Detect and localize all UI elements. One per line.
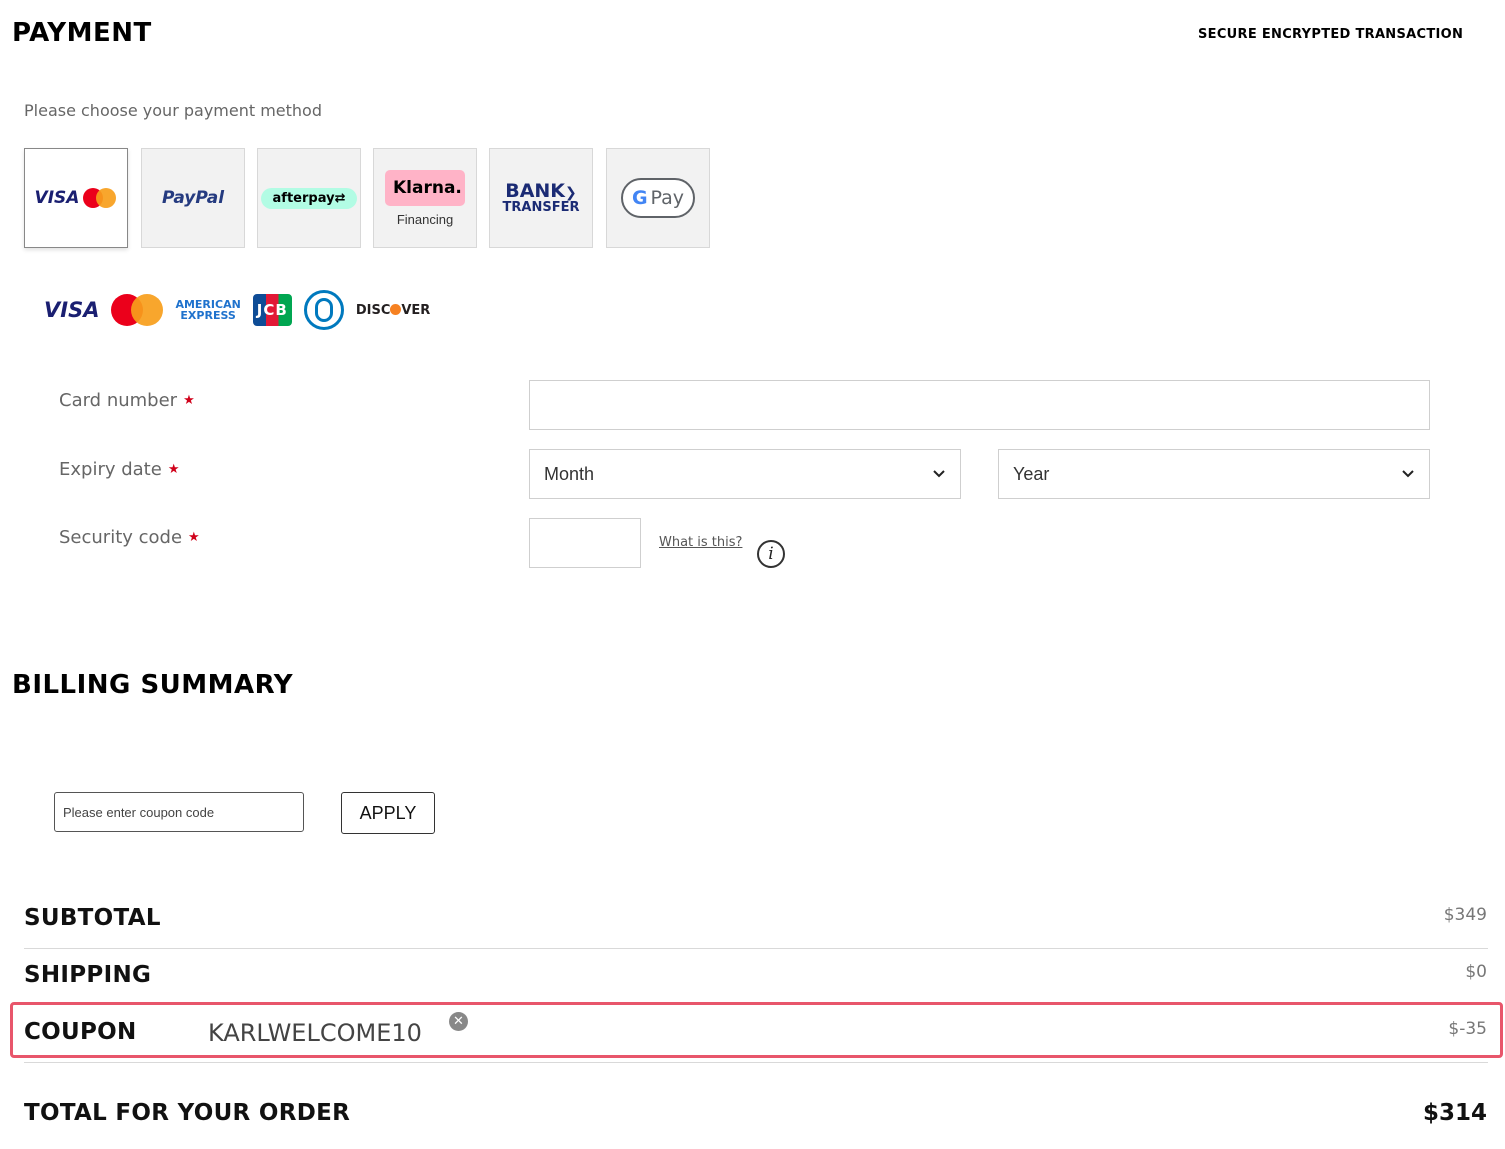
paypal-logo: PayPal bbox=[161, 188, 225, 208]
mastercard-icon bbox=[83, 188, 117, 208]
shipping-label: SHIPPING bbox=[24, 962, 152, 988]
billing-summary-title: BILLING SUMMARY bbox=[12, 670, 294, 700]
klarna-logo: Klarna. bbox=[385, 169, 465, 206]
required-star-icon: ★ bbox=[183, 393, 195, 408]
afterpay-logo-text: afterpay bbox=[272, 190, 335, 206]
method-klarna-button[interactable]: Klarna. Financing bbox=[373, 148, 477, 248]
gpay-label: Pay bbox=[650, 187, 685, 209]
mastercard-icon bbox=[111, 294, 164, 326]
visa-icon: VISA bbox=[44, 298, 100, 322]
coupon-code-input[interactable] bbox=[54, 792, 304, 832]
expiry-label-text: Expiry date bbox=[59, 459, 162, 480]
security-code-input[interactable] bbox=[529, 518, 641, 568]
card-number-label-text: Card number bbox=[59, 390, 178, 411]
required-star-icon: ★ bbox=[167, 462, 180, 477]
jcb-label: JCB bbox=[252, 294, 292, 326]
order-total-label: TOTAL FOR YOUR ORDER bbox=[24, 1100, 351, 1126]
summary-divider bbox=[24, 1062, 1488, 1063]
method-paypal-button[interactable]: PayPal bbox=[141, 148, 245, 248]
expiry-year-select[interactable]: Year bbox=[998, 449, 1430, 499]
year-select-value: Year bbox=[1013, 463, 1050, 484]
secure-transaction-label: SECURE ENCRYPTED TRANSACTION bbox=[1198, 27, 1464, 42]
method-afterpay-button[interactable]: afterpay⇄ bbox=[257, 148, 361, 248]
method-card-button[interactable]: VISA bbox=[24, 148, 128, 248]
klarna-financing-label: Financing bbox=[396, 211, 454, 227]
bank-logo-line2: TRANSFER bbox=[502, 200, 580, 215]
afterpay-logo: afterpay⇄ bbox=[260, 187, 358, 209]
security-code-label: Security code ★ bbox=[59, 527, 200, 548]
chevron-down-icon bbox=[1402, 470, 1414, 478]
summary-divider bbox=[24, 948, 1488, 949]
chevron-down-icon bbox=[933, 470, 945, 478]
discover-post: VER bbox=[401, 302, 431, 318]
required-star-icon: ★ bbox=[188, 530, 200, 545]
card-number-label: Card number ★ bbox=[59, 390, 195, 411]
google-g-icon: G bbox=[631, 187, 648, 209]
payment-title: PAYMENT bbox=[12, 18, 152, 48]
expiry-month-select[interactable]: Month bbox=[529, 449, 961, 499]
remove-coupon-icon[interactable]: ✕ bbox=[449, 1012, 468, 1031]
shipping-value: $0 bbox=[1465, 962, 1487, 982]
google-pay-logo: G Pay bbox=[621, 178, 695, 218]
card-number-input[interactable] bbox=[529, 380, 1430, 430]
apply-coupon-button[interactable]: APPLY bbox=[341, 792, 435, 834]
order-total-value: $314 bbox=[1422, 1100, 1487, 1126]
subtotal-value: $349 bbox=[1443, 905, 1487, 925]
bank-transfer-logo: BANK❯ TRANSFER bbox=[502, 180, 580, 215]
method-gpay-button[interactable]: G Pay bbox=[606, 148, 710, 248]
bank-logo-line1: BANK bbox=[505, 180, 566, 202]
chevron-right-icon: ❯ bbox=[565, 185, 577, 201]
info-icon[interactable]: i bbox=[757, 540, 785, 568]
discover-icon: DISC VER bbox=[356, 303, 430, 318]
what-is-this-link[interactable]: What is this? bbox=[659, 535, 742, 550]
coupon-discount-value: $-35 bbox=[1448, 1019, 1487, 1039]
expiry-date-label: Expiry date ★ bbox=[59, 459, 179, 480]
security-label-text: Security code bbox=[59, 527, 183, 548]
amex-icon: AMERICAN EXPRESS bbox=[175, 299, 240, 321]
visa-logo: VISA bbox=[34, 188, 80, 208]
jcb-icon: JCB bbox=[252, 294, 292, 326]
card-brands-row: VISA AMERICAN EXPRESS JCB DISC VER bbox=[44, 290, 430, 330]
amex-line2: EXPRESS bbox=[180, 309, 236, 322]
discover-pre: DISC bbox=[355, 302, 391, 318]
method-bank-transfer-button[interactable]: BANK❯ TRANSFER bbox=[489, 148, 593, 248]
discover-dot-icon bbox=[390, 303, 402, 315]
diners-club-icon bbox=[303, 290, 344, 330]
choose-method-label: Please choose your payment method bbox=[24, 101, 322, 120]
month-select-value: Month bbox=[544, 463, 595, 484]
applied-coupon-code: KARLWELCOME10 bbox=[208, 1019, 422, 1047]
subtotal-label: SUBTOTAL bbox=[24, 905, 161, 931]
coupon-label: COUPON bbox=[24, 1019, 137, 1045]
